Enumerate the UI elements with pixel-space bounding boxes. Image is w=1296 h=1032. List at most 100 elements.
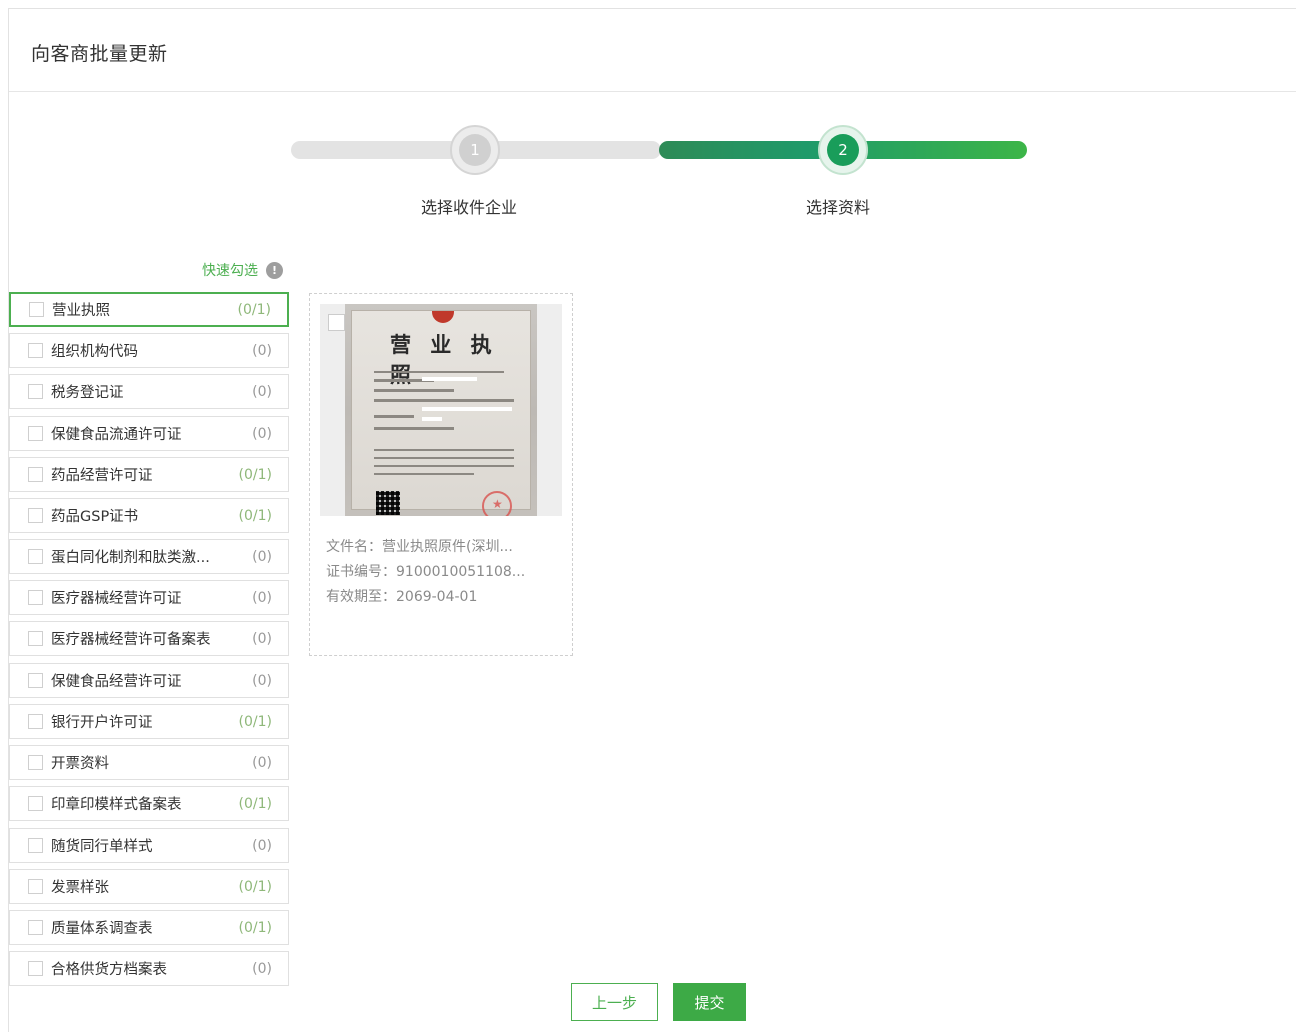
license-text-line (374, 399, 514, 402)
document-card[interactable]: 营 业 执 照 文件 (309, 293, 573, 656)
checkbox[interactable] (28, 879, 43, 894)
quick-select[interactable]: 快速勾选 ! (202, 260, 283, 280)
category-item[interactable]: 随货同行单样式 (0) (9, 828, 289, 863)
license-paper: 营 业 执 照 (351, 310, 531, 516)
step-1-number: 1 (459, 134, 491, 166)
step-1-label: 选择收件企业 (421, 198, 518, 217)
redaction-bar (422, 417, 442, 421)
category-item[interactable]: 药品经营许可证 (0/1) (9, 457, 289, 492)
category-name: 发票样张 (51, 880, 109, 896)
category-item[interactable]: 蛋白同化制剂和肽类激... (0) (9, 539, 289, 574)
checkbox[interactable] (28, 838, 43, 853)
document-file-name: 文件名：营业执照原件(深圳... (326, 539, 513, 555)
category-name: 合格供货方档案表 (51, 962, 167, 978)
category-count: (0/1) (238, 919, 272, 936)
category-count: (0/1) (238, 713, 272, 730)
category-name: 医疗器械经营许可证 (51, 591, 182, 607)
step-2-indicator: 2 (818, 125, 868, 175)
info-icon[interactable]: ! (266, 261, 283, 279)
category-item[interactable]: 医疗器械经营许可证 (0) (9, 580, 289, 615)
category-name: 医疗器械经营许可备案表 (51, 632, 211, 648)
license-text-line (374, 473, 474, 475)
category-item[interactable]: 保健食品流通许可证 (0) (9, 416, 289, 451)
step-1-indicator: 1 (450, 125, 500, 175)
category-count: (0) (252, 960, 272, 977)
business-license-image: 营 业 执 照 (345, 304, 537, 516)
document-thumbnail[interactable]: 营 业 执 照 (320, 304, 562, 516)
license-text-line (374, 465, 514, 467)
category-count: (0) (252, 383, 272, 400)
category-count: (0/1) (238, 878, 272, 895)
quick-select-link[interactable]: 快速勾选 (202, 260, 258, 280)
checkbox[interactable] (28, 673, 43, 688)
checkbox[interactable] (28, 343, 43, 358)
checkbox[interactable] (28, 796, 43, 811)
national-emblem-icon (432, 311, 454, 323)
license-text-line (374, 389, 454, 392)
license-text-line (374, 415, 414, 418)
checkbox[interactable] (29, 302, 44, 317)
category-item[interactable]: 医疗器械经营许可备案表 (0) (9, 621, 289, 656)
category-count: (0) (252, 589, 272, 606)
header: 向客商批量更新 (9, 9, 1296, 92)
category-count: (0) (252, 672, 272, 689)
checkbox[interactable] (28, 549, 43, 564)
category-count: (0) (252, 630, 272, 647)
step-2-number: 2 (827, 134, 859, 166)
category-count: (0/1) (238, 466, 272, 483)
document-valid-until: 有效期至：2069-04-01 (326, 589, 478, 605)
checkbox[interactable] (28, 755, 43, 770)
document-checkbox[interactable] (328, 314, 345, 331)
category-item[interactable]: 银行开户许可证 (0/1) (9, 704, 289, 739)
checkbox[interactable] (28, 714, 43, 729)
category-count: (0/1) (237, 301, 271, 318)
license-text-line (374, 457, 514, 459)
category-item[interactable]: 印章印模样式备案表 (0/1) (9, 786, 289, 821)
step-2-label: 选择资料 (806, 198, 871, 217)
qr-code-icon (376, 491, 400, 515)
category-item[interactable]: 发票样张 (0/1) (9, 869, 289, 904)
category-name: 保健食品流通许可证 (51, 427, 182, 443)
page-frame: 向客商批量更新 1 2 选择收件企业 选择资料 快速勾选 ! 营业执照 (0/1… (8, 8, 1296, 1032)
license-text-line (374, 371, 504, 373)
checkbox[interactable] (28, 467, 43, 482)
category-item[interactable]: 质量体系调查表 (0/1) (9, 910, 289, 945)
category-name: 保健食品经营许可证 (51, 674, 182, 690)
category-count: (0) (252, 837, 272, 854)
category-name: 药品GSP证书 (51, 509, 139, 525)
page-title: 向客商批量更新 (31, 43, 168, 65)
category-name: 随货同行单样式 (51, 839, 153, 855)
document-cert-number: 证书编号：9100010051108... (326, 564, 526, 580)
checkbox[interactable] (28, 426, 43, 441)
category-name: 银行开户许可证 (51, 715, 153, 731)
redaction-bar (422, 407, 512, 411)
category-item[interactable]: 合格供货方档案表 (0) (9, 951, 289, 986)
license-text-line (374, 427, 454, 430)
category-item[interactable]: 开票资料 (0) (9, 745, 289, 780)
prev-step-button[interactable]: 上一步 (571, 983, 658, 1021)
category-item[interactable]: 营业执照 (0/1) (9, 292, 289, 327)
submit-button[interactable]: 提交 (673, 983, 746, 1021)
checkbox[interactable] (28, 384, 43, 399)
category-count: (0) (252, 425, 272, 442)
category-count: (0/1) (238, 795, 272, 812)
category-name: 营业执照 (52, 303, 110, 319)
category-name: 开票资料 (51, 756, 109, 772)
checkbox[interactable] (28, 961, 43, 976)
category-count: (0/1) (238, 507, 272, 524)
category-item[interactable]: 保健食品经营许可证 (0) (9, 663, 289, 698)
category-name: 药品经营许可证 (51, 468, 153, 484)
checkbox[interactable] (28, 631, 43, 646)
category-item[interactable]: 药品GSP证书 (0/1) (9, 498, 289, 533)
checkbox[interactable] (28, 590, 43, 605)
category-name: 蛋白同化制剂和肽类激... (51, 550, 210, 566)
checkbox[interactable] (28, 508, 43, 523)
category-count: (0) (252, 754, 272, 771)
checkbox[interactable] (28, 920, 43, 935)
redaction-bar (422, 377, 477, 381)
category-count: (0) (252, 548, 272, 565)
category-item[interactable]: 组织机构代码 (0) (9, 333, 289, 368)
category-count: (0) (252, 342, 272, 359)
stepper: 1 2 选择收件企业 选择资料 (291, 117, 1031, 217)
category-item[interactable]: 税务登记证 (0) (9, 374, 289, 409)
